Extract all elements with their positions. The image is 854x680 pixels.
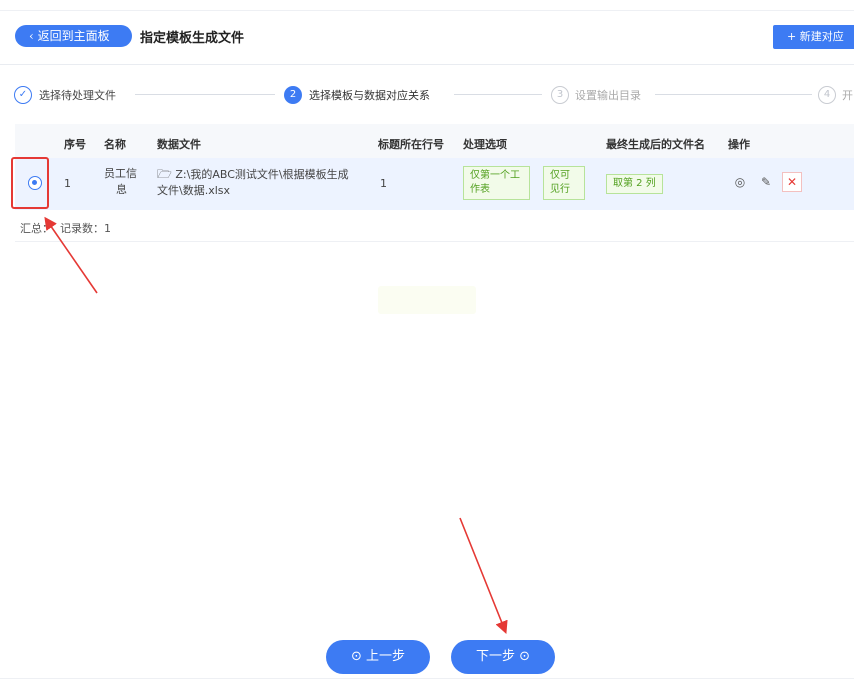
next-step-label: 下一步 <box>475 649 515 664</box>
annotation-arrow-next <box>459 517 508 634</box>
previous-step-label: 上一步 <box>366 649 406 664</box>
bottom-border <box>0 678 854 679</box>
annotation-arrow-radio <box>44 216 98 294</box>
circle-right-icon: ⊙ <box>514 649 531 664</box>
next-step-button[interactable]: 下一步 ⊙ <box>451 640 555 674</box>
previous-step-button[interactable]: ⊙ 上一步 <box>326 640 430 674</box>
circle-left-icon: ⊙ <box>350 649 366 664</box>
annotation-arrows <box>44 216 508 634</box>
